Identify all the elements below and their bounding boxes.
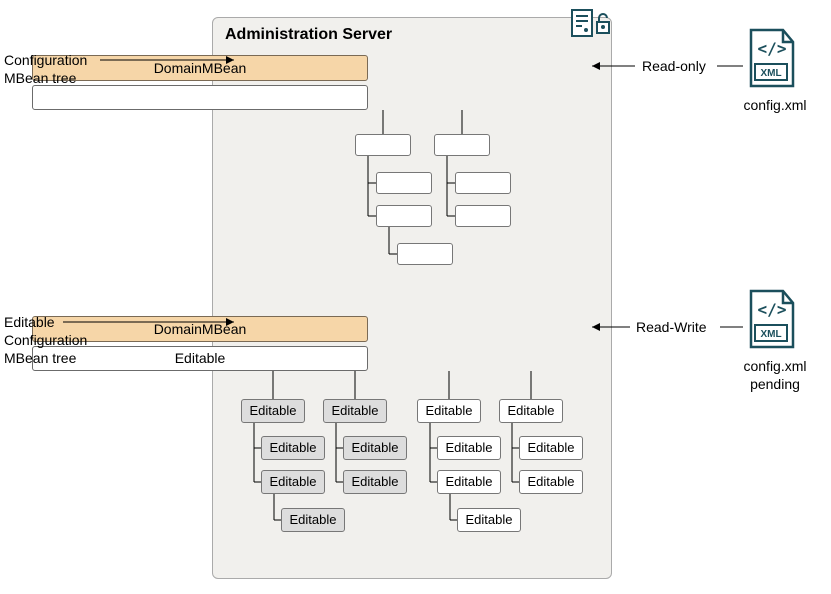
svg-text:XML: XML bbox=[760, 68, 781, 79]
mbean-node bbox=[434, 134, 490, 156]
editable-node: Editable bbox=[437, 436, 501, 460]
editable-node: Editable bbox=[417, 399, 481, 423]
editable-node: Editable bbox=[241, 399, 305, 423]
xml-file-icon: </> XML bbox=[743, 28, 799, 95]
mbean-node bbox=[397, 243, 453, 265]
svg-text:</>: </> bbox=[758, 300, 787, 319]
mbean-node bbox=[455, 172, 511, 194]
label-config-xml: config.xml bbox=[735, 96, 815, 114]
editable-node: Editable bbox=[499, 399, 563, 423]
editable-node: Editable bbox=[437, 470, 501, 494]
domain-mbean-sub-readonly bbox=[32, 85, 368, 110]
server-lock-icon bbox=[570, 8, 614, 41]
label-read-write: Read-Write bbox=[636, 319, 707, 335]
label-editable-mbean-tree: Editable Configuration MBean tree bbox=[4, 313, 87, 367]
mbean-node bbox=[376, 172, 432, 194]
mbean-node bbox=[355, 134, 411, 156]
label-read-only: Read-only bbox=[642, 58, 706, 74]
editable-node: Editable bbox=[281, 508, 345, 532]
editable-node: Editable bbox=[519, 470, 583, 494]
label-config-mbean-tree: Configuration MBean tree bbox=[4, 51, 87, 87]
editable-node: Editable bbox=[343, 436, 407, 460]
svg-text:XML: XML bbox=[760, 329, 781, 340]
editable-node: Editable bbox=[261, 470, 325, 494]
editable-node: Editable bbox=[457, 508, 521, 532]
label-config-xml-pending: config.xml pending bbox=[735, 357, 815, 393]
mbean-node bbox=[376, 205, 432, 227]
editable-node: Editable bbox=[323, 399, 387, 423]
mbean-node bbox=[455, 205, 511, 227]
editable-node: Editable bbox=[343, 470, 407, 494]
admin-server-title: Administration Server bbox=[225, 26, 392, 44]
svg-text:</>: </> bbox=[758, 39, 787, 58]
editable-node: Editable bbox=[519, 436, 583, 460]
editable-node: Editable bbox=[261, 436, 325, 460]
xml-file-icon: </> XML bbox=[743, 289, 799, 356]
